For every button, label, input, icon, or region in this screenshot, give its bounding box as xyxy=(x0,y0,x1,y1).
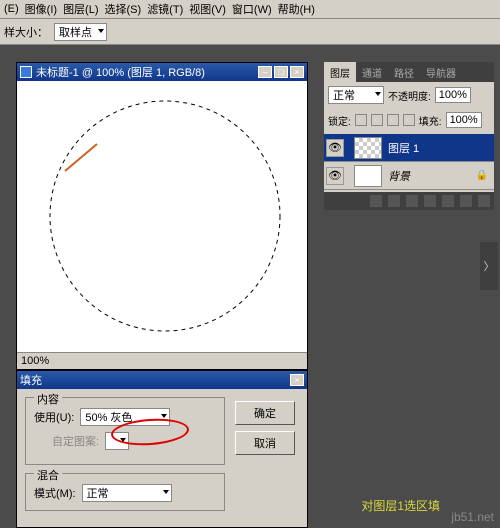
canvas[interactable] xyxy=(17,81,307,352)
blend-mode-select[interactable]: 正常 xyxy=(328,86,384,104)
blend-group-label: 混合 xyxy=(34,467,62,483)
blend-group: 混合 模式(M): 正常 xyxy=(25,473,225,511)
custom-pattern-select xyxy=(105,432,129,450)
content-group: 内容 使用(U): 50% 灰色 自定图案: xyxy=(25,397,225,465)
tab-channels[interactable]: 通道 xyxy=(356,62,388,82)
menu-layer[interactable]: 图层(L) xyxy=(63,1,98,17)
layer-row[interactable]: 👁 图层 1 xyxy=(324,134,494,162)
layer-name[interactable]: 图层 1 xyxy=(388,140,419,156)
opacity-label: 不透明度: xyxy=(388,88,431,103)
maximize-button[interactable]: □ xyxy=(274,66,288,78)
tab-layers[interactable]: 图层 xyxy=(324,62,356,82)
watermark: jb51.net xyxy=(451,510,494,524)
lock-all-icon[interactable] xyxy=(403,114,415,126)
minimize-button[interactable]: – xyxy=(258,66,272,78)
menu-bar: (E) 图像(I) 图层(L) 选择(S) 滤镜(T) 视图(V) 窗口(W) … xyxy=(0,0,500,19)
custom-pattern-label: 自定图案: xyxy=(52,433,99,449)
annotation-text: 对图层1选区填 xyxy=(361,497,440,514)
doc-title: 未标题-1 @ 100% (图层 1, RGB/8) xyxy=(36,64,205,80)
lock-position-icon[interactable] xyxy=(387,114,399,126)
fill-opacity-label: 填充: xyxy=(419,113,442,128)
opacity-input[interactable]: 100% xyxy=(435,87,471,103)
adjustment-icon[interactable] xyxy=(424,195,436,207)
lock-label: 锁定: xyxy=(328,113,351,128)
layers-panel: 图层 通道 路径 导航器 正常 不透明度: 100% 锁定: 填充: 100% … xyxy=(324,62,494,210)
mode-select[interactable]: 正常 xyxy=(82,484,172,502)
mode-label: 模式(M): xyxy=(34,485,76,501)
sample-size-label: 样大小： xyxy=(4,24,48,40)
doc-titlebar[interactable]: 未标题-1 @ 100% (图层 1, RGB/8) – □ × xyxy=(17,63,307,81)
layer-thumbnail[interactable] xyxy=(354,165,382,187)
panel-tabs: 图层 通道 路径 导航器 xyxy=(324,62,494,82)
document-window: 未标题-1 @ 100% (图层 1, RGB/8) – □ × 100% xyxy=(16,62,308,370)
visibility-icon[interactable]: 👁 xyxy=(326,139,344,157)
menu-select[interactable]: 选择(S) xyxy=(105,1,142,17)
fill-titlebar[interactable]: 填充 × xyxy=(17,371,307,389)
menu-view[interactable]: 视图(V) xyxy=(189,1,226,17)
fill-close-button[interactable]: × xyxy=(290,374,304,386)
ok-button[interactable]: 确定 xyxy=(235,401,295,425)
link-layers-icon[interactable] xyxy=(370,195,382,207)
lock-options: 锁定: 填充: 100% xyxy=(324,108,494,132)
layer-row[interactable]: 👁 背景 🔒 xyxy=(324,162,494,190)
delete-layer-icon[interactable] xyxy=(478,195,490,207)
options-bar: 样大小： 取样点 xyxy=(0,19,500,45)
tab-navigator[interactable]: 导航器 xyxy=(420,62,462,82)
new-layer-icon[interactable] xyxy=(460,195,472,207)
fill-title: 填充 xyxy=(20,372,42,388)
doc-status: 100% xyxy=(17,352,307,369)
panel-footer xyxy=(324,192,494,210)
menu-image[interactable]: 图像(I) xyxy=(25,1,57,17)
lock-transparency-icon[interactable] xyxy=(355,114,367,126)
cancel-button[interactable]: 取消 xyxy=(235,431,295,455)
use-label: 使用(U): xyxy=(34,409,74,425)
layer-list: 👁 图层 1 👁 背景 🔒 xyxy=(324,132,494,192)
fill-dialog: 填充 × 确定 取消 内容 使用(U): 50% 灰色 自定图案: 混合 模式(… xyxy=(16,370,308,528)
fx-icon[interactable] xyxy=(388,195,400,207)
fill-opacity-input[interactable]: 100% xyxy=(446,112,482,128)
visibility-icon[interactable]: 👁 xyxy=(326,167,344,185)
mask-icon[interactable] xyxy=(406,195,418,207)
use-select[interactable]: 50% 灰色 xyxy=(80,408,170,426)
doc-icon xyxy=(20,66,32,78)
close-button[interactable]: × xyxy=(290,66,304,78)
tab-paths[interactable]: 路径 xyxy=(388,62,420,82)
layer-name[interactable]: 背景 xyxy=(388,168,410,184)
zoom-value[interactable]: 100% xyxy=(21,355,49,367)
layer-thumbnail[interactable] xyxy=(354,137,382,159)
menu-edit[interactable]: (E) xyxy=(4,3,19,15)
selection-marquee-icon xyxy=(17,81,307,352)
group-icon[interactable] xyxy=(442,195,454,207)
panel-expand-handle[interactable]: 〉 xyxy=(480,242,498,290)
sample-size-select[interactable]: 取样点 xyxy=(54,23,107,41)
lock-pixels-icon[interactable] xyxy=(371,114,383,126)
menu-help[interactable]: 帮助(H) xyxy=(278,1,315,17)
lock-icon: 🔒 xyxy=(476,170,488,181)
layer-options: 正常 不透明度: 100% xyxy=(324,82,494,108)
menu-window[interactable]: 窗口(W) xyxy=(232,1,272,17)
content-group-label: 内容 xyxy=(34,391,62,407)
menu-filter[interactable]: 滤镜(T) xyxy=(147,1,183,17)
